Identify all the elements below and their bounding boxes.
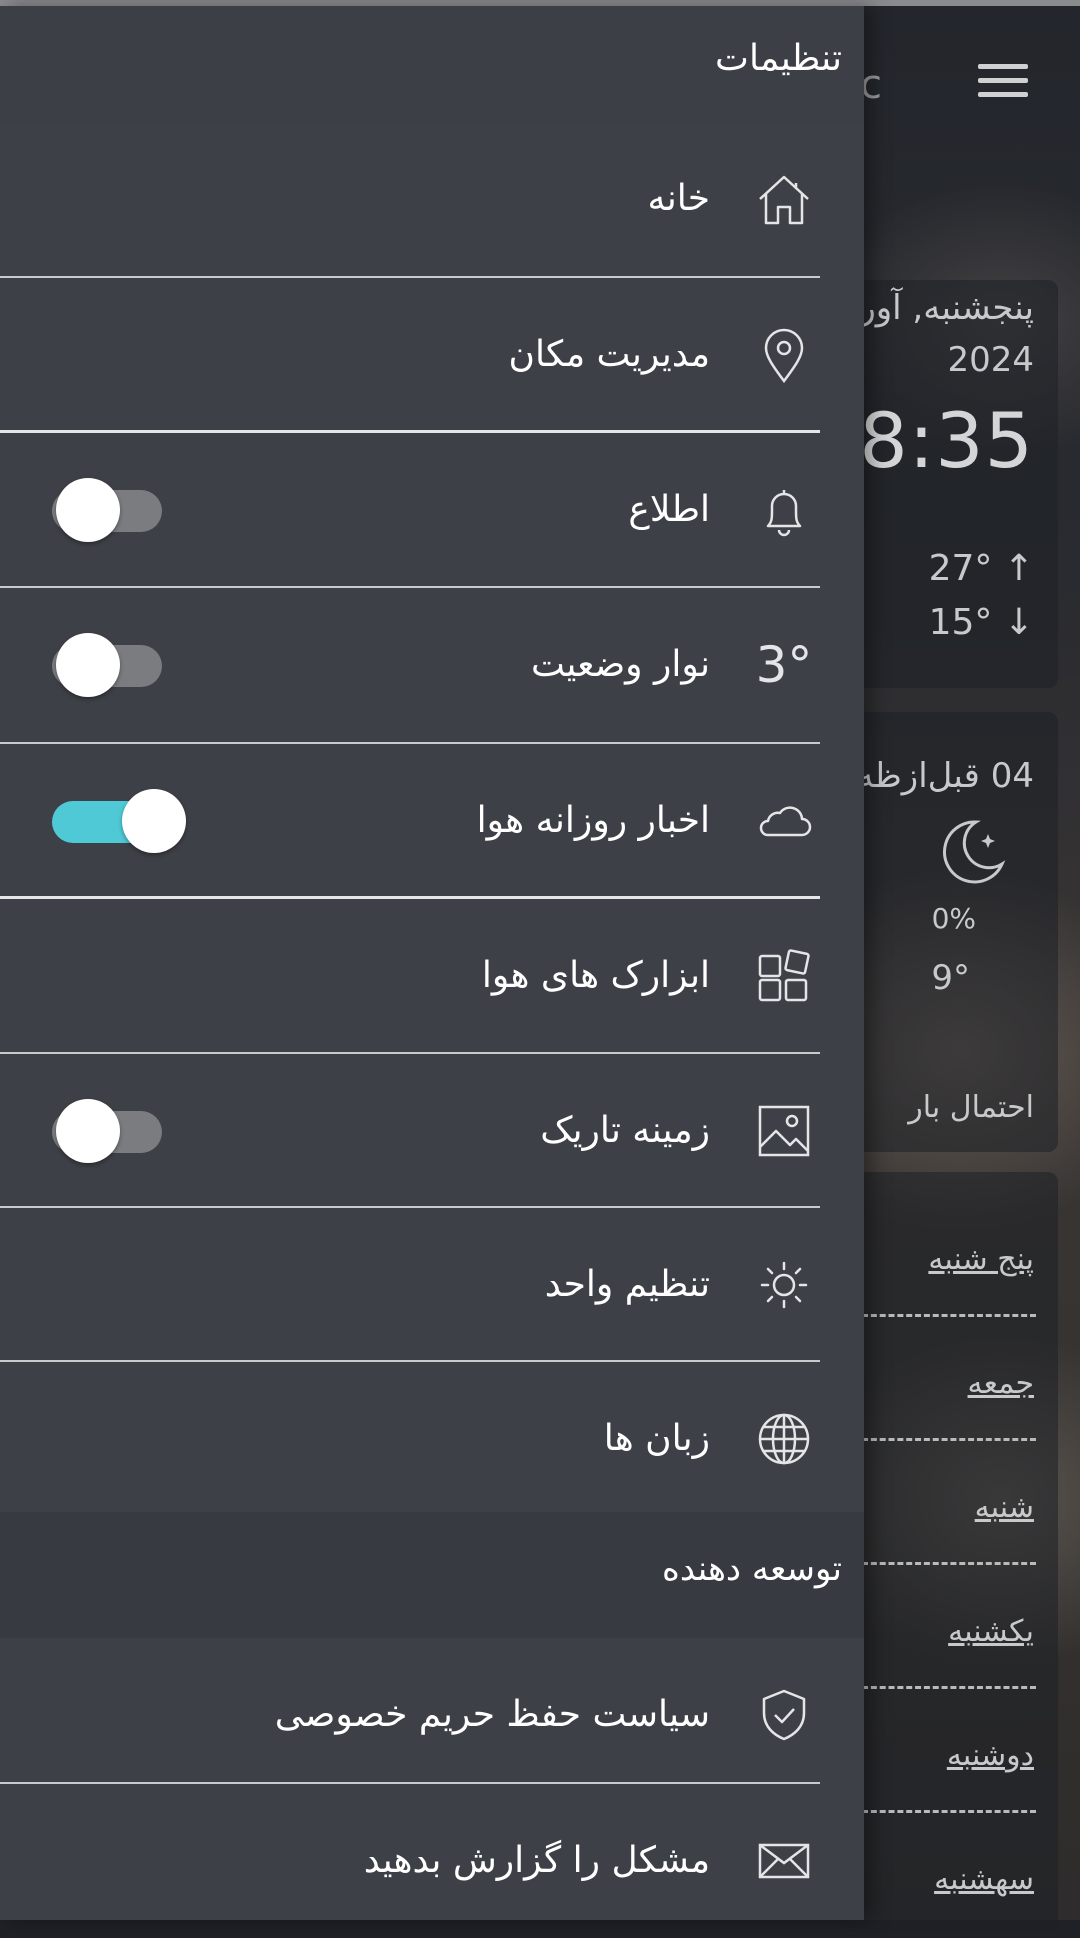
dashed-divider [862, 1562, 1036, 1565]
dashed-divider [862, 1314, 1036, 1317]
bg-day-item[interactable]: سهشنبه [934, 1862, 1034, 1897]
dark-background-toggle[interactable] [44, 1099, 170, 1163]
cloud-icon [754, 791, 814, 851]
mail-icon [754, 1831, 814, 1891]
settings-drawer: تنظیمات خانه مدیریت مکان اطلاع 3° نوار و… [0, 6, 864, 1920]
menu-item-label: خانه [647, 178, 710, 219]
developer-section-header: توسعه دهنده [0, 1512, 864, 1638]
dashed-divider [862, 1438, 1036, 1441]
menu-item-label: اطلاع [628, 489, 710, 530]
moon-icon [943, 820, 1006, 884]
menu-item-weather-widgets[interactable]: ابزارک های هوا [0, 899, 820, 1053]
menu-item-manage-location[interactable]: مدیریت مکان [0, 278, 820, 432]
menu-item-daily-weather-news[interactable]: اخبار روزانه هوا [0, 744, 820, 898]
drawer-title: تنظیمات [715, 38, 842, 79]
bg-day-item[interactable]: دوشنبه [947, 1738, 1034, 1773]
widgets-icon [754, 946, 814, 1006]
home-icon [754, 169, 814, 229]
bg-hour-temp: 9° [931, 958, 970, 998]
menu-item-label: مدیریت مکان [508, 334, 710, 375]
notification-toggle[interactable] [44, 478, 170, 542]
sun-icon [754, 1255, 814, 1315]
dashed-divider [862, 1686, 1036, 1689]
bg-day-item[interactable]: جمعه [968, 1366, 1034, 1401]
bg-temp-low: ↓ 15° [928, 602, 1034, 643]
menu-item-notification[interactable]: اطلاع [0, 433, 820, 587]
bg-day-item[interactable]: پنج شنبه [928, 1242, 1034, 1277]
bg-rain-label: احتمال بار [908, 1090, 1034, 1125]
menu-item-label: نوار وضعیت [531, 644, 710, 685]
bg-temp-high: ↑ 27° [928, 548, 1034, 589]
menu-item-label: زبان ها [603, 1418, 710, 1459]
status-bar-toggle[interactable] [44, 633, 170, 697]
shield-check-icon [754, 1685, 814, 1745]
section-title: توسعه دهنده [662, 1549, 842, 1589]
dashed-divider [862, 1810, 1036, 1813]
menu-item-report-problem[interactable]: مشکل را گزارش بدهید [0, 1784, 820, 1938]
bg-precip-chance: 0% [931, 902, 976, 935]
menu-icon[interactable] [978, 64, 1028, 104]
daily-forecast-card[interactable] [840, 1172, 1058, 1932]
globe-icon [754, 1409, 814, 1469]
menu-item-home[interactable]: خانه [0, 122, 820, 276]
bg-year: 2024 [947, 340, 1034, 380]
menu-item-privacy-policy[interactable]: سیاست حفظ حریم خصوصی [0, 1638, 820, 1792]
menu-item-label: سیاست حفظ حریم خصوصی [274, 1694, 710, 1735]
bg-day-item[interactable]: یکشنبه [948, 1614, 1034, 1649]
daily-news-toggle[interactable] [44, 789, 186, 853]
image-icon [754, 1101, 814, 1161]
menu-item-dark-background[interactable]: زمینه تاریک [0, 1054, 820, 1208]
location-pin-icon [754, 325, 814, 385]
menu-item-status-bar[interactable]: 3° نوار وضعیت [0, 588, 820, 742]
status-bar-temp-icon: 3° [755, 636, 813, 694]
menu-item-label: زمینه تاریک [540, 1110, 710, 1151]
menu-item-label: اخبار روزانه هوا [476, 800, 710, 841]
bg-hour-label: 04 قبل‌ازظه [856, 756, 1035, 796]
menu-item-unit-setting[interactable]: تنظیم واحد [0, 1208, 820, 1362]
menu-item-languages[interactable]: زبان ها [0, 1362, 820, 1516]
drawer-header: تنظیمات [0, 6, 864, 122]
menu-item-label: ابزارک های هوا [481, 955, 710, 996]
bell-icon [754, 480, 814, 540]
menu-item-label: مشکل را گزارش بدهید [363, 1840, 710, 1881]
bg-day-item[interactable]: شنبه [975, 1490, 1034, 1525]
bg-date: پنجشنبه, آور [859, 288, 1034, 328]
menu-item-label: تنظیم واحد [544, 1264, 710, 1305]
